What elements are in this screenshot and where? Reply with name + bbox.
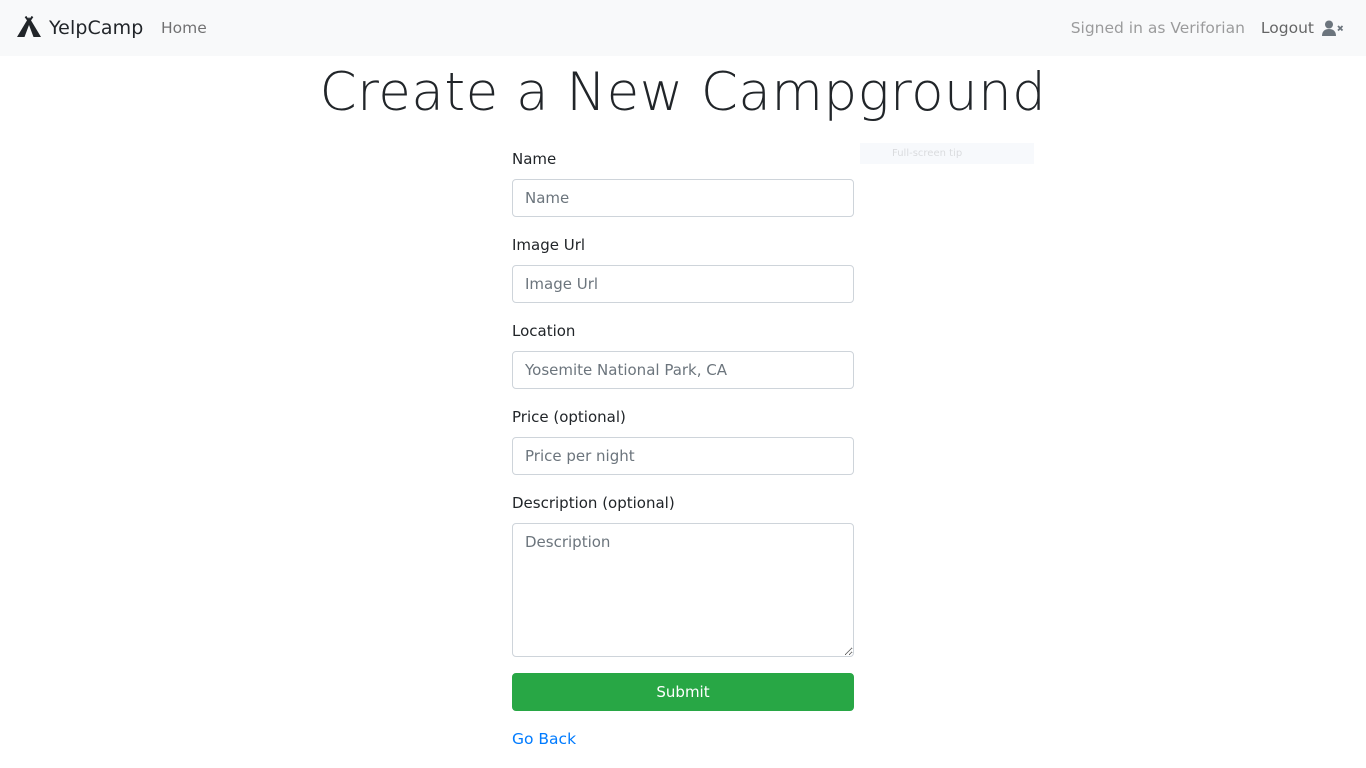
nav-home-link[interactable]: Home — [161, 0, 207, 56]
logout-link[interactable]: Logout — [1261, 19, 1344, 37]
submit-button[interactable]: Submit — [512, 673, 854, 711]
name-input[interactable] — [512, 179, 854, 217]
go-back-link[interactable]: Go Back — [512, 730, 576, 748]
description-textarea[interactable] — [512, 523, 854, 657]
price-group: Price (optional) — [512, 406, 854, 475]
navbar: YelpCamp Home Signed in as Veriforian Lo… — [0, 0, 1366, 56]
image-url-label: Image Url — [512, 236, 586, 254]
name-label: Name — [512, 150, 557, 168]
description-group: Description (optional) — [512, 492, 854, 657]
brand-name: YelpCamp — [49, 17, 144, 39]
name-group: Name — [512, 148, 854, 217]
image-url-group: Image Url — [512, 234, 854, 303]
location-label: Location — [512, 322, 576, 340]
logout-label: Logout — [1260, 19, 1314, 37]
tent-icon — [16, 15, 42, 38]
user-times-icon — [1322, 20, 1344, 36]
location-group: Location — [512, 320, 854, 389]
description-label: Description (optional) — [512, 494, 675, 512]
price-input[interactable] — [512, 437, 854, 475]
image-url-input[interactable] — [512, 265, 854, 303]
faint-tooltip: Full-screen tip — [860, 143, 1034, 164]
new-campground-form: Name Image Url Location Price (optional)… — [512, 148, 854, 748]
page-title: Create a New Campground — [319, 62, 1047, 123]
brand-link[interactable]: YelpCamp — [16, 0, 143, 56]
signed-in-user[interactable]: Signed in as Veriforian — [1071, 19, 1245, 37]
location-input[interactable] — [512, 351, 854, 389]
price-label: Price (optional) — [512, 408, 626, 426]
nav-right: Signed in as Veriforian Logout — [1071, 0, 1344, 56]
